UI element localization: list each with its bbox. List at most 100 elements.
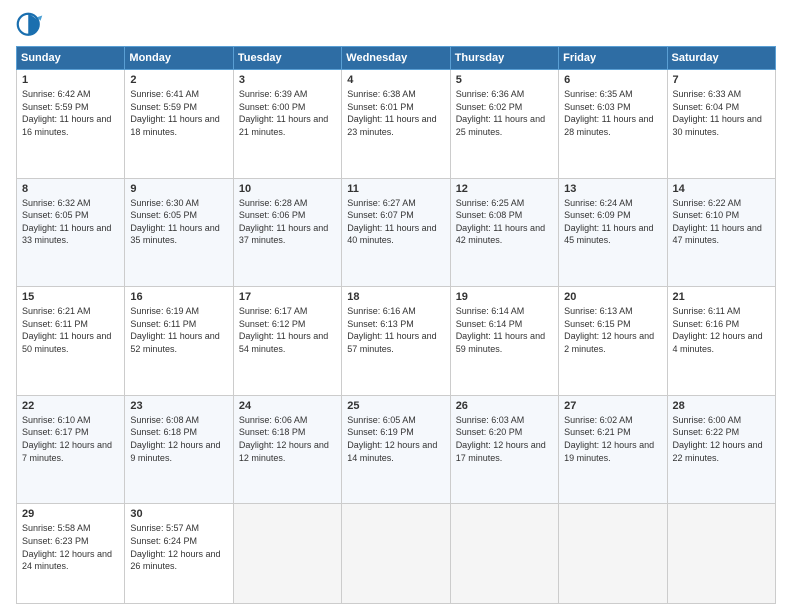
- cell-content: Sunrise: 6:35 AMSunset: 6:03 PMDaylight:…: [564, 88, 661, 138]
- day-number: 20: [564, 291, 661, 303]
- dow-header-monday: Monday: [125, 47, 233, 70]
- calendar-cell: 23 Sunrise: 6:08 AMSunset: 6:18 PMDayligh…: [125, 395, 233, 504]
- day-number: 25: [347, 400, 444, 412]
- calendar-cell: 20 Sunrise: 6:13 AMSunset: 6:15 PMDayligh…: [559, 287, 667, 396]
- calendar-cell: 26 Sunrise: 6:03 AMSunset: 6:20 PMDayligh…: [450, 395, 558, 504]
- calendar-cell: [342, 504, 450, 604]
- day-number: 11: [347, 183, 444, 195]
- calendar-cell: [450, 504, 558, 604]
- day-number: 21: [673, 291, 770, 303]
- calendar-cell: 21 Sunrise: 6:11 AMSunset: 6:16 PMDayligh…: [667, 287, 775, 396]
- day-number: 16: [130, 291, 227, 303]
- day-number: 2: [130, 74, 227, 86]
- day-number: 4: [347, 74, 444, 86]
- cell-content: Sunrise: 6:42 AMSunset: 5:59 PMDaylight:…: [22, 88, 119, 138]
- calendar-cell: 18Sunrise: 6:16 AMSunset: 6:13 PMDayligh…: [342, 287, 450, 396]
- dow-header-tuesday: Tuesday: [233, 47, 341, 70]
- dow-header-wednesday: Wednesday: [342, 47, 450, 70]
- cell-content: Sunrise: 5:57 AMSunset: 6:24 PMDaylight:…: [130, 522, 227, 572]
- dow-header-friday: Friday: [559, 47, 667, 70]
- cell-content: Sunrise: 6:13 AMSunset: 6:15 PMDaylight:…: [564, 305, 661, 355]
- cell-content: Sunrise: 6:33 AMSunset: 6:04 PMDaylight:…: [673, 88, 770, 138]
- page: SundayMondayTuesdayWednesdayThursdayFrid…: [0, 0, 792, 612]
- cell-content: Sunrise: 6:21 AMSunset: 6:11 PMDaylight:…: [22, 305, 119, 355]
- calendar-cell: 15 Sunrise: 6:21 AMSunset: 6:11 PMDayligh…: [17, 287, 125, 396]
- day-number: 9: [130, 183, 227, 195]
- cell-content: Sunrise: 6:10 AMSunset: 6:17 PMDaylight:…: [22, 414, 119, 464]
- day-number: 23: [130, 400, 227, 412]
- calendar-cell: 29Sunrise: 5:58 AMSunset: 6:23 PMDayligh…: [17, 504, 125, 604]
- calendar-cell: [233, 504, 341, 604]
- dow-header-saturday: Saturday: [667, 47, 775, 70]
- header: [16, 12, 776, 40]
- cell-content: Sunrise: 6:30 AMSunset: 6:05 PMDaylight:…: [130, 197, 227, 247]
- day-number: 5: [456, 74, 553, 86]
- logo: [16, 12, 48, 40]
- cell-content: Sunrise: 6:14 AMSunset: 6:14 PMDaylight:…: [456, 305, 553, 355]
- cell-content: Sunrise: 6:00 AMSunset: 6:22 PMDaylight:…: [673, 414, 770, 464]
- calendar-cell: 30 Sunrise: 5:57 AMSunset: 6:24 PMDayligh…: [125, 504, 233, 604]
- calendar-cell: 22 Sunrise: 6:10 AMSunset: 6:17 PMDayligh…: [17, 395, 125, 504]
- day-number: 30: [130, 508, 227, 520]
- cell-content: Sunrise: 6:11 AMSunset: 6:16 PMDaylight:…: [673, 305, 770, 355]
- cell-content: Sunrise: 6:05 AMSunset: 6:19 PMDaylight:…: [347, 414, 444, 464]
- day-number: 10: [239, 183, 336, 195]
- day-number: 19: [456, 291, 553, 303]
- dow-header-sunday: Sunday: [17, 47, 125, 70]
- calendar-cell: 1 Sunrise: 6:42 AMSunset: 5:59 PMDaylight…: [17, 70, 125, 179]
- cell-content: Sunrise: 6:19 AMSunset: 6:11 PMDaylight:…: [130, 305, 227, 355]
- calendar-cell: 19 Sunrise: 6:14 AMSunset: 6:14 PMDayligh…: [450, 287, 558, 396]
- cell-content: Sunrise: 6:27 AMSunset: 6:07 PMDaylight:…: [347, 197, 444, 247]
- calendar-cell: 16 Sunrise: 6:19 AMSunset: 6:11 PMDayligh…: [125, 287, 233, 396]
- day-number: 15: [22, 291, 119, 303]
- calendar-cell: 9 Sunrise: 6:30 AMSunset: 6:05 PMDaylight…: [125, 178, 233, 287]
- cell-content: Sunrise: 6:22 AMSunset: 6:10 PMDaylight:…: [673, 197, 770, 247]
- cell-content: Sunrise: 6:38 AMSunset: 6:01 PMDaylight:…: [347, 88, 444, 138]
- day-number: 14: [673, 183, 770, 195]
- calendar-cell: 14 Sunrise: 6:22 AMSunset: 6:10 PMDayligh…: [667, 178, 775, 287]
- logo-icon: [16, 12, 44, 40]
- cell-content: Sunrise: 6:28 AMSunset: 6:06 PMDaylight:…: [239, 197, 336, 247]
- cell-content: Sunrise: 6:03 AMSunset: 6:20 PMDaylight:…: [456, 414, 553, 464]
- calendar-cell: 12 Sunrise: 6:25 AMSunset: 6:08 PMDayligh…: [450, 178, 558, 287]
- dow-header-thursday: Thursday: [450, 47, 558, 70]
- day-number: 28: [673, 400, 770, 412]
- calendar-cell: 5 Sunrise: 6:36 AMSunset: 6:02 PMDaylight…: [450, 70, 558, 179]
- cell-content: Sunrise: 6:06 AMSunset: 6:18 PMDaylight:…: [239, 414, 336, 464]
- day-number: 24: [239, 400, 336, 412]
- cell-content: Sunrise: 5:58 AMSunset: 6:23 PMDaylight:…: [22, 522, 119, 572]
- calendar-cell: [667, 504, 775, 604]
- calendar-cell: 11 Sunrise: 6:27 AMSunset: 6:07 PMDayligh…: [342, 178, 450, 287]
- day-number: 12: [456, 183, 553, 195]
- calendar-cell: [559, 504, 667, 604]
- cell-content: Sunrise: 6:39 AMSunset: 6:00 PMDaylight:…: [239, 88, 336, 138]
- cell-content: Sunrise: 6:16 AMSunset: 6:13 PMDaylight:…: [347, 305, 444, 355]
- calendar-cell: 7Sunrise: 6:33 AMSunset: 6:04 PMDaylight…: [667, 70, 775, 179]
- cell-content: Sunrise: 6:32 AMSunset: 6:05 PMDaylight:…: [22, 197, 119, 247]
- calendar-cell: 27 Sunrise: 6:02 AMSunset: 6:21 PMDayligh…: [559, 395, 667, 504]
- cell-content: Sunrise: 6:17 AMSunset: 6:12 PMDaylight:…: [239, 305, 336, 355]
- calendar-cell: 25 Sunrise: 6:05 AMSunset: 6:19 PMDayligh…: [342, 395, 450, 504]
- day-number: 8: [22, 183, 119, 195]
- calendar-cell: 2 Sunrise: 6:41 AMSunset: 5:59 PMDaylight…: [125, 70, 233, 179]
- cell-content: Sunrise: 6:36 AMSunset: 6:02 PMDaylight:…: [456, 88, 553, 138]
- cell-content: Sunrise: 6:24 AMSunset: 6:09 PMDaylight:…: [564, 197, 661, 247]
- day-number: 1: [22, 74, 119, 86]
- cell-content: Sunrise: 6:02 AMSunset: 6:21 PMDaylight:…: [564, 414, 661, 464]
- calendar-cell: 3 Sunrise: 6:39 AMSunset: 6:00 PMDaylight…: [233, 70, 341, 179]
- calendar-cell: 4 Sunrise: 6:38 AMSunset: 6:01 PMDaylight…: [342, 70, 450, 179]
- calendar-cell: 6Sunrise: 6:35 AMSunset: 6:03 PMDaylight…: [559, 70, 667, 179]
- day-number: 26: [456, 400, 553, 412]
- calendar-table: SundayMondayTuesdayWednesdayThursdayFrid…: [16, 46, 776, 604]
- day-number: 13: [564, 183, 661, 195]
- cell-content: Sunrise: 6:08 AMSunset: 6:18 PMDaylight:…: [130, 414, 227, 464]
- calendar-cell: 24 Sunrise: 6:06 AMSunset: 6:18 PMDayligh…: [233, 395, 341, 504]
- cell-content: Sunrise: 6:41 AMSunset: 5:59 PMDaylight:…: [130, 88, 227, 138]
- calendar-cell: 13 Sunrise: 6:24 AMSunset: 6:09 PMDayligh…: [559, 178, 667, 287]
- calendar-cell: 8 Sunrise: 6:32 AMSunset: 6:05 PMDaylight…: [17, 178, 125, 287]
- cell-content: Sunrise: 6:25 AMSunset: 6:08 PMDaylight:…: [456, 197, 553, 247]
- day-number: 17: [239, 291, 336, 303]
- day-number: 3: [239, 74, 336, 86]
- day-number: 22: [22, 400, 119, 412]
- day-number: 27: [564, 400, 661, 412]
